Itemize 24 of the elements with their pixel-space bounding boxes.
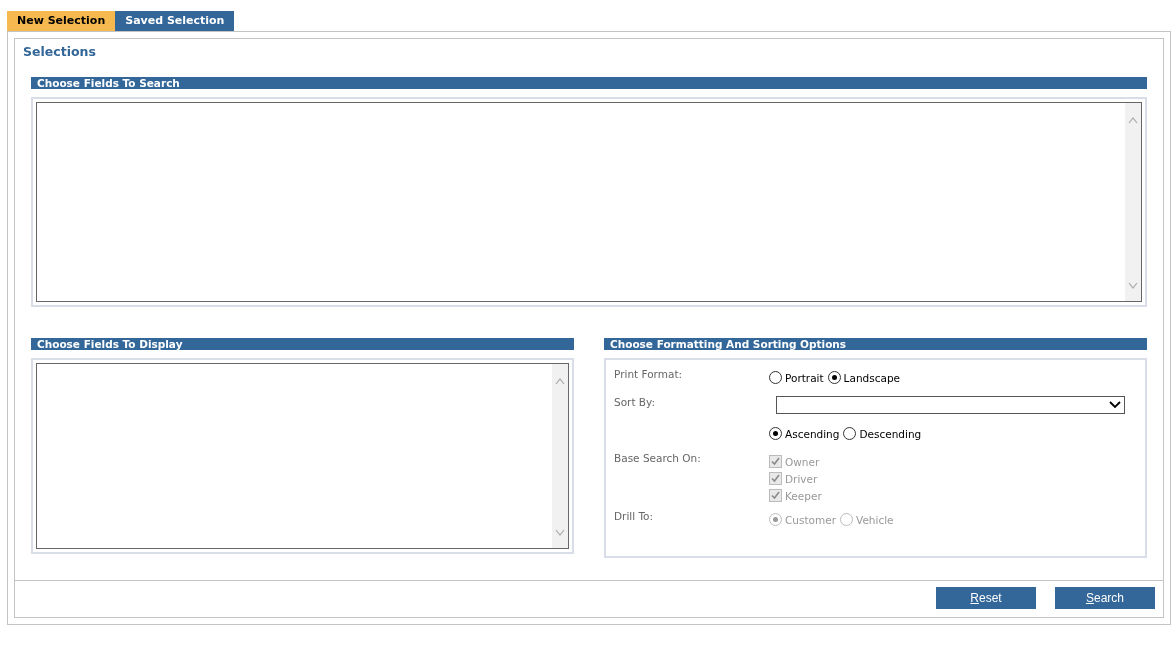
search-button[interactable]: Search [1055,587,1155,609]
reset-button[interactable]: Reset [936,587,1036,609]
field-label: Sort By: [614,396,656,408]
tab[interactable]: New Selection [7,11,116,31]
scroll-down-icon[interactable] [1128,282,1138,289]
field-label: Print Format: [614,368,683,380]
scroll-up-icon[interactable] [1128,117,1138,124]
tab[interactable]: Saved Selection [115,11,235,31]
section-header: Choose Formatting And Sorting Options [604,338,1147,350]
radio-option[interactable]: Landscape [827,371,901,384]
panel-title: Selections [22,43,97,61]
field-label: Drill To: [614,510,654,522]
radio-option[interactable]: Descending [843,427,922,440]
sort-by-dropdown[interactable] [776,396,1125,414]
section-header: Choose Fields To Display [31,338,574,350]
radio-option[interactable]: Portrait [769,371,824,384]
section-header: Choose Fields To Search [31,77,1147,89]
field-label: Base Search On: [614,452,701,464]
scroll-down-icon[interactable] [555,529,565,536]
scrollbar[interactable] [1125,103,1141,301]
scroll-up-icon[interactable] [555,378,565,385]
scrollbar[interactable] [552,364,568,548]
radio-option[interactable]: Ascending [769,427,840,440]
chevron-down-icon [1109,401,1121,409]
